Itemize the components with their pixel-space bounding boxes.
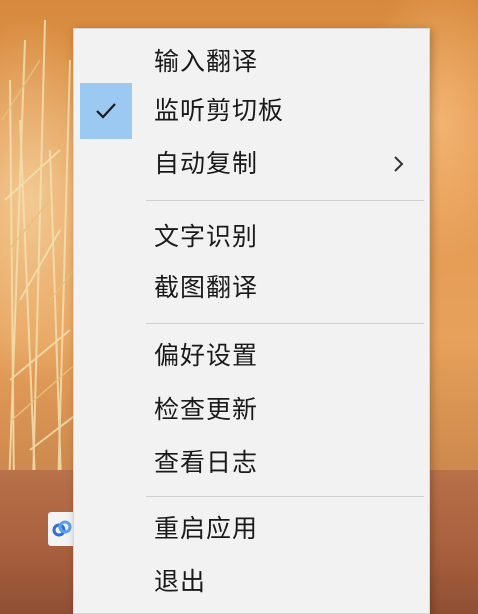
chevron-right-icon	[394, 156, 404, 172]
menu-item-label: 自动复制	[154, 149, 259, 178]
menu-separator	[146, 200, 424, 201]
menu-item-label: 文字识别	[154, 222, 259, 251]
menu-separator	[146, 323, 424, 324]
menu-item-screenshot-translate[interactable]: 截图翻译	[74, 263, 429, 313]
menu-item-label: 查看日志	[154, 448, 259, 477]
menu-item-text-recognition[interactable]: 文字识别	[74, 212, 429, 262]
taskbar-app-icon[interactable]	[48, 512, 76, 546]
menu-item-preferences[interactable]: 偏好设置	[74, 331, 429, 381]
menu-item-label: 重启应用	[154, 514, 259, 543]
menu-separator	[146, 496, 424, 497]
check-highlight	[80, 83, 132, 139]
menu-item-monitor-clipboard[interactable]: 监听剪切板	[74, 83, 429, 139]
menu-item-exit[interactable]: 退出	[74, 557, 429, 607]
checkmark-icon	[96, 103, 116, 119]
menu-item-view-logs[interactable]: 查看日志	[74, 438, 429, 488]
menu-item-label: 截图翻译	[154, 273, 259, 302]
menu-item-restart-app[interactable]: 重启应用	[74, 504, 429, 554]
menu-item-label: 偏好设置	[154, 341, 259, 370]
menu-item-label: 输入翻译	[154, 47, 259, 76]
menu-item-label: 检查更新	[154, 395, 259, 424]
menu-item-label: 监听剪切板	[154, 96, 285, 125]
link-icon	[52, 520, 72, 537]
context-menu: 输入翻译 监听剪切板 自动复制 文字识别 截图翻译 偏好设置 检查更新 查看日志…	[73, 28, 430, 614]
menu-item-auto-copy[interactable]: 自动复制	[74, 139, 429, 189]
menu-item-label: 退出	[154, 567, 207, 596]
menu-item-check-updates[interactable]: 检查更新	[74, 385, 429, 435]
menu-item-input-translate[interactable]: 输入翻译	[74, 37, 429, 87]
